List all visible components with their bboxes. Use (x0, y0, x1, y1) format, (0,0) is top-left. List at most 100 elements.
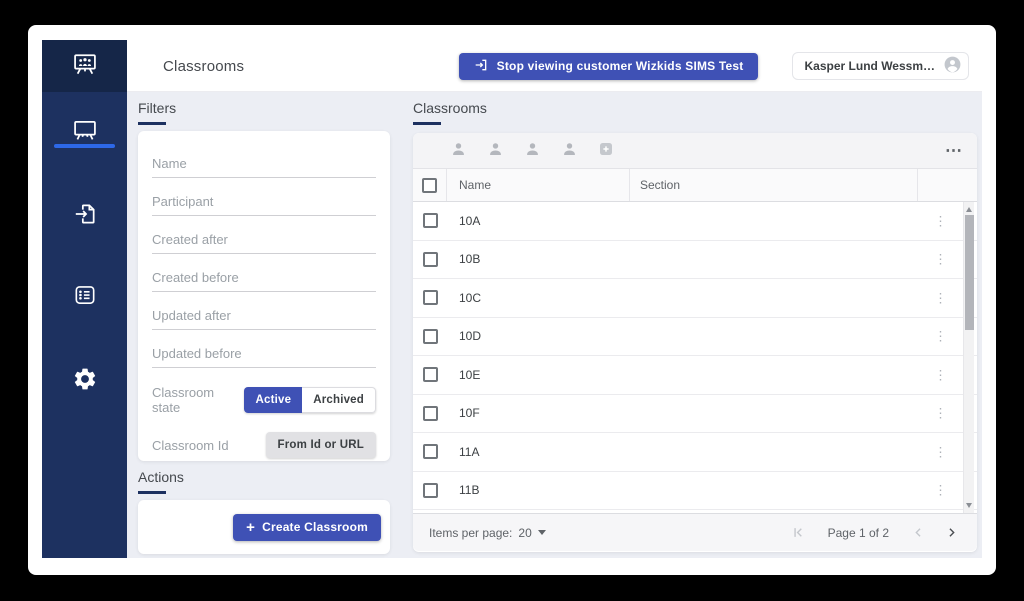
list-icon (72, 282, 98, 308)
classroom-name: 10A (447, 214, 630, 228)
created-before-filter-input[interactable]: Created before (152, 254, 376, 292)
column-header-name[interactable]: Name (447, 169, 630, 201)
table-scrollbar[interactable] (963, 202, 974, 513)
table-row[interactable]: 10B ⋮ (413, 241, 977, 280)
dropdown-caret-icon (538, 530, 546, 535)
row-checkbox[interactable] (423, 252, 438, 267)
add-box-icon (597, 140, 615, 161)
previous-page-button[interactable] (909, 523, 928, 542)
scrollbar-thumb[interactable] (965, 215, 974, 330)
user-menu[interactable]: Kasper Lund Wessm… (792, 52, 969, 80)
participant-action-button-2[interactable] (483, 139, 507, 163)
avatar-icon (943, 55, 962, 77)
updated-after-filter-input[interactable]: Updated after (152, 292, 376, 330)
row-menu-button[interactable]: ⋮ (934, 291, 947, 304)
classroom-board-logo-icon (71, 50, 99, 83)
scroll-down-arrow-icon[interactable] (966, 503, 972, 508)
updated-before-filter-label: Updated before (152, 346, 242, 361)
classroom-name: 10E (447, 368, 630, 382)
sidebar-item-settings[interactable] (42, 357, 127, 401)
table-body: 10A ⋮ 10B ⋮ 10C ⋮ 10 (413, 202, 977, 513)
table-row[interactable]: 11B ⋮ (413, 472, 977, 511)
next-page-button[interactable] (942, 523, 961, 542)
classrooms-table-card: ⋯ Name Section 10A ⋮ (413, 133, 977, 552)
import-document-icon (72, 201, 98, 227)
items-per-page-select[interactable]: 20 (518, 526, 545, 540)
state-archived-button[interactable]: Archived (302, 387, 376, 413)
create-classroom-button[interactable]: + Create Classroom (233, 514, 381, 541)
classroom-name: 11B (447, 483, 630, 497)
table-row[interactable]: 10E ⋮ (413, 356, 977, 395)
from-id-or-url-button[interactable]: From Id or URL (266, 432, 377, 458)
sidebar-item-lists[interactable] (42, 273, 127, 317)
classroom-state-toggle: Active Archived (244, 387, 376, 413)
classroom-name: 10F (447, 406, 630, 420)
sidebar-item-import[interactable] (42, 192, 127, 236)
row-menu-button[interactable]: ⋮ (934, 253, 947, 266)
actions-heading: Actions (138, 469, 184, 485)
table-footer: Items per page: 20 Page 1 of 2 (413, 513, 977, 551)
updated-after-filter-label: Updated after (152, 308, 231, 323)
row-checkbox[interactable] (423, 290, 438, 305)
name-filter-input[interactable]: Name (152, 140, 376, 178)
created-after-filter-input[interactable]: Created after (152, 216, 376, 254)
add-box-button[interactable] (594, 139, 618, 163)
participant-action-button-3[interactable] (520, 139, 544, 163)
classroom-state-label: Classroom state (152, 385, 244, 415)
classroom-name: 10D (447, 329, 630, 343)
participant-filter-label: Participant (152, 194, 213, 209)
select-all-checkbox[interactable] (422, 178, 437, 193)
items-per-page-value: 20 (518, 526, 531, 540)
more-options-button[interactable]: ⋯ (945, 142, 963, 159)
row-menu-button[interactable]: ⋮ (934, 214, 947, 227)
table-row[interactable]: 10D ⋮ (413, 318, 977, 357)
row-checkbox[interactable] (423, 213, 438, 228)
paginator: Page 1 of 2 (789, 523, 961, 542)
name-filter-label: Name (152, 156, 187, 171)
filters-card: Name Participant Created after Created b… (138, 131, 390, 461)
table-row[interactable]: 10A ⋮ (413, 202, 977, 241)
row-menu-button[interactable]: ⋮ (934, 445, 947, 458)
participant-action-button-1[interactable] (446, 139, 470, 163)
classroom-name: 11A (447, 445, 630, 459)
gear-icon (72, 366, 98, 392)
partially-visible-row (413, 510, 977, 513)
active-nav-indicator (54, 144, 115, 148)
row-menu-button[interactable]: ⋮ (934, 330, 947, 343)
classroom-id-label: Classroom Id (152, 438, 229, 453)
classrooms-heading: Classrooms (413, 100, 487, 116)
stop-viewing-label: Stop viewing customer Wizkids SIMS Test (497, 59, 744, 73)
app-logo[interactable] (42, 40, 127, 92)
main-content: Filters Name Participant Created after C… (127, 92, 982, 558)
app-window: Classrooms Stop viewing customer Wizkids… (28, 25, 996, 575)
user-name: Kasper Lund Wessm… (805, 59, 935, 73)
table-row[interactable]: 10C ⋮ (413, 279, 977, 318)
participant-filter-input[interactable]: Participant (152, 178, 376, 216)
table-row[interactable]: 10F ⋮ (413, 395, 977, 434)
plus-icon: + (246, 520, 255, 535)
column-header-section[interactable]: Section (630, 169, 918, 201)
row-checkbox[interactable] (423, 367, 438, 382)
row-checkbox[interactable] (423, 483, 438, 498)
row-checkbox[interactable] (423, 329, 438, 344)
row-checkbox[interactable] (423, 444, 438, 459)
updated-before-filter-input[interactable]: Updated before (152, 330, 376, 368)
row-menu-button[interactable]: ⋮ (934, 484, 947, 497)
row-menu-button[interactable]: ⋮ (934, 407, 947, 420)
row-menu-button[interactable]: ⋮ (934, 368, 947, 381)
stop-viewing-customer-button[interactable]: Stop viewing customer Wizkids SIMS Test (459, 53, 758, 80)
exit-icon (473, 57, 489, 76)
classroom-name: 10B (447, 252, 630, 266)
row-checkbox[interactable] (423, 406, 438, 421)
created-before-filter-label: Created before (152, 270, 239, 285)
first-page-button[interactable] (789, 523, 808, 542)
person-icon (560, 140, 579, 162)
person-icon (449, 140, 468, 162)
table-row[interactable]: 11A ⋮ (413, 433, 977, 472)
actions-card: + Create Classroom (138, 500, 390, 554)
actions-heading-rule (138, 491, 166, 494)
participant-action-button-4[interactable] (557, 139, 581, 163)
state-active-button[interactable]: Active (244, 387, 302, 413)
scroll-up-arrow-icon[interactable] (966, 207, 972, 212)
table-header-row: Name Section (413, 169, 977, 202)
